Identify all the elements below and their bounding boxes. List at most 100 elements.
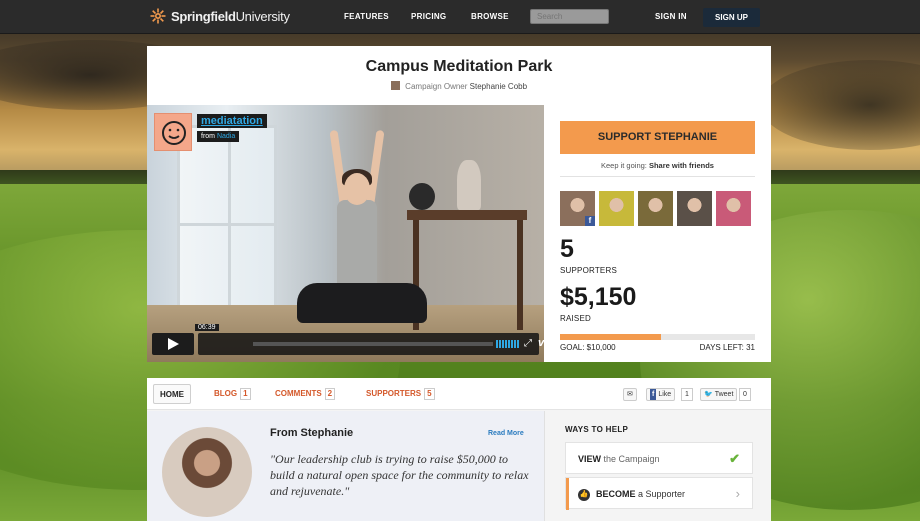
story-section: From Stephanie Read More "Our leadership… [147,411,544,521]
owner-label: Campaign Owner [405,82,468,91]
support-panel: SUPPORT STEPHANIE Keep it going: Share w… [560,105,755,362]
ways-title: WAYS TO HELP [565,425,629,434]
divider [560,176,755,177]
keep-text: Keep it going: [601,161,647,170]
like-label: Like [658,391,672,398]
campaign-owner: Campaign Owner Stephanie Cobb [147,81,771,91]
campaign-title: Campus Meditation Park [365,58,553,75]
check-icon: ✔ [729,451,740,466]
funding-progress-bar [560,334,755,340]
story-heading: From Stephanie [270,427,354,439]
tab-label: COMMENTS [275,389,322,398]
seek-bar[interactable] [253,342,493,346]
tabs-bar: HOME BLOG 1 COMMENTS 2 SUPPORTERS 5 ✉ f Like… [147,378,771,410]
become-supporter-item[interactable]: 👍 BECOME a Supporter › [565,477,753,510]
campaign-card: Campus Meditation Park Campaign Owner St… [147,46,771,362]
support-button[interactable]: SUPPORT STEPHANIE [560,121,755,154]
chevron-right-icon: › [735,486,740,501]
person-head [344,173,370,205]
tweet-label: Tweet [714,391,734,398]
ways-to-help: WAYS TO HELP VIEW the Campaign ✔ 👍 BECOME… [544,411,771,521]
view-campaign-item[interactable]: VIEW the Campaign ✔ [565,442,753,474]
tab-count: 1 [240,388,251,400]
become-rest: a Supporter [635,489,686,499]
from-label: from [201,133,215,140]
fullscreen-icon[interactable]: ⤢ [524,338,532,349]
facebook-like-button[interactable]: f Like [646,388,676,401]
person-legs [297,283,427,323]
arm [365,129,385,211]
sign-in-link[interactable]: SIGN IN [655,12,687,21]
keep-it-going: Keep it going: Share with friends [560,161,755,170]
email-share-button[interactable]: ✉ [623,388,637,401]
table [407,210,527,220]
supporter-avatar[interactable] [716,191,751,226]
supporter-avatar[interactable] [638,191,673,226]
raised-label: RAISED [560,314,591,323]
vase [457,160,481,210]
tab-blog[interactable]: BLOG 1 [214,384,251,404]
thumbs-up-icon: 👍 [578,489,590,501]
supporter-avatar[interactable] [677,191,712,226]
raised-amount: $5,150 [560,283,637,311]
top-navbar: SpringfieldUniversity FEATURES PRICING B… [0,0,920,34]
facebook-icon: f [650,389,657,400]
stephanie-photo [162,427,252,517]
tab-label: BLOG [214,389,238,398]
story-quote: "Our leadership club is trying to raise … [270,452,529,498]
view-rest: the Campaign [601,454,660,464]
tab-count: 2 [324,388,336,400]
tweet-count: 0 [739,388,751,401]
nav-browse[interactable]: BROWSE [471,12,509,21]
video-player[interactable]: mediatation from Nadia ⤢ vimeo 06:39 [147,105,544,362]
supporter-avatar[interactable]: f [560,191,595,226]
days-left-text: DAYS LEFT: 31 [699,343,755,352]
owner-avatar [390,81,400,90]
search-input[interactable] [530,9,609,24]
become-label: BECOME [596,489,636,499]
logo-light: University [235,8,290,24]
progress-track[interactable]: ⤢ vimeo [198,333,544,355]
video-from: from Nadia [197,131,240,142]
tab-label: SUPPORTERS [366,389,422,398]
nav-pricing[interactable]: PRICING [411,12,446,21]
facebook-badge-icon: f [585,216,595,226]
tab-count: 5 [424,388,435,400]
tab-label: HOME [160,390,184,399]
campaign-details: HOME BLOG 1 COMMENTS 2 SUPPORTERS 5 ✉ f Like… [147,378,771,521]
vimeo-logo[interactable]: vimeo [538,337,544,349]
bowl [409,183,435,210]
supporters-label: SUPPORTERS [560,266,617,275]
like-count: 1 [681,388,693,401]
view-label: VIEW [578,454,602,464]
sign-up-button[interactable]: SIGN UP [703,8,760,27]
owner-name[interactable]: Stephanie Cobb [470,82,527,91]
video-title-link[interactable]: mediatation [197,114,267,128]
supporter-avatars: f [560,191,751,226]
logo-text: SpringfieldUniversity [171,9,290,24]
active-marker [566,478,569,510]
supporter-avatar[interactable] [599,191,634,226]
tab-home[interactable]: HOME [153,384,191,404]
logo[interactable]: SpringfieldUniversity [150,8,290,24]
from-user-link[interactable]: Nadia [217,133,235,140]
twitter-icon: 🐦 [704,391,713,398]
table-leg [517,220,523,330]
goal-text: GOAL: $10,000 [560,343,616,352]
video-duration: 06:39 [195,324,219,331]
funding-progress-fill [560,334,662,340]
logo-bold: Springfield [171,8,236,24]
flower-logo-icon [150,8,166,24]
tweet-button[interactable]: 🐦 Tweet [700,388,738,401]
play-button[interactable] [152,333,194,355]
nav-features[interactable]: FEATURES [344,12,389,21]
read-more-link[interactable]: Read More [488,430,524,437]
supporters-count: 5 [560,235,574,263]
tab-supporters[interactable]: SUPPORTERS 5 [366,384,435,404]
share-with-friends-link[interactable]: Share with friends [649,161,714,170]
tab-comments[interactable]: COMMENTS 2 [275,384,336,404]
smiley-avatar-icon[interactable] [154,113,192,151]
volume-icon[interactable] [496,340,519,348]
envelope-icon: ✉ [627,391,633,398]
person-body [337,200,377,290]
